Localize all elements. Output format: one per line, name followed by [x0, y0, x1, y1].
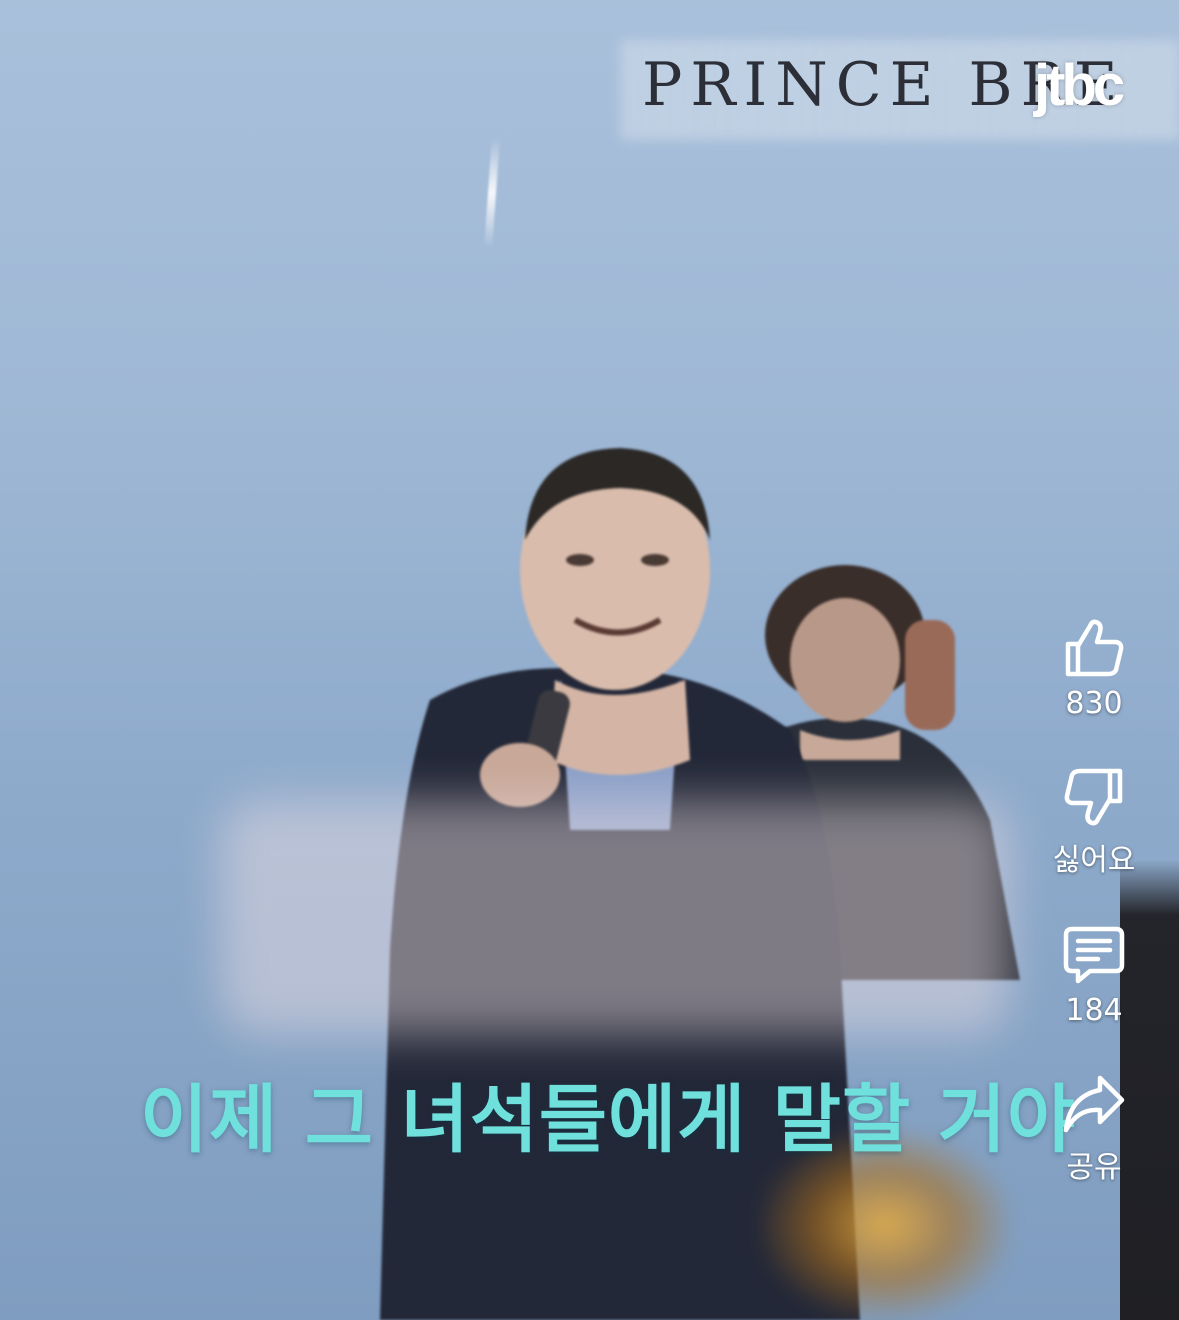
share-icon — [1058, 1068, 1130, 1140]
share-label: 공유 — [1066, 1150, 1122, 1185]
action-rail: 830 싫어요 184 공유 — [1039, 612, 1149, 1186]
comment-icon — [1058, 919, 1130, 991]
like-count: 830 — [1065, 686, 1123, 721]
share-button[interactable]: 공유 — [1058, 1068, 1130, 1186]
dislike-button[interactable]: 싫어요 — [1052, 761, 1136, 879]
blurred-caption — [220, 800, 1010, 1035]
light-flare — [484, 137, 500, 249]
channel-logo: jtbc — [1034, 53, 1125, 118]
comment-count: 184 — [1065, 993, 1123, 1028]
video-subtitle: 이제 그 녀석들에게 말할 거야 — [140, 1077, 1077, 1163]
video-player[interactable]: PRINCE BRE jtbc 이제 그 녀석들에게 말할 거야 — [0, 0, 1179, 1320]
like-button[interactable]: 830 — [1058, 612, 1130, 721]
thumbs-up-icon — [1058, 612, 1130, 684]
thumbs-down-icon — [1058, 761, 1130, 833]
dislike-label: 싫어요 — [1052, 843, 1136, 878]
comments-button[interactable]: 184 — [1058, 919, 1130, 1028]
